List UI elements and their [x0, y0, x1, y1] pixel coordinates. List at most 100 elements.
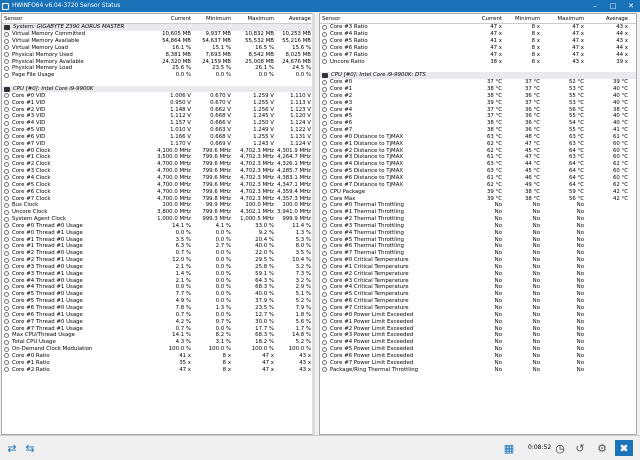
- sensor-row[interactable]: Core #5 Clock 4,700.0 MHz 799.6 MHz 4,702.3…: [2, 181, 314, 188]
- arrows-right-left-icon[interactable]: ⇆: [22, 440, 38, 456]
- sensor-row[interactable]: Core #0 Power Limit Exceeded No No No: [320, 311, 636, 318]
- sensor-row[interactable]: Core #6 Thermal Throttling No No No: [320, 243, 636, 250]
- sensor-row[interactable]: Core #7 Distance to TjMAX 62 °C 49 °C 64 °C…: [320, 181, 636, 188]
- col-average[interactable]: Average: [584, 16, 636, 22]
- sensor-row[interactable]: Core #3 Critical Temperature No No No: [320, 277, 636, 284]
- col-minimum[interactable]: Minimum: [191, 16, 231, 22]
- sensor-row[interactable]: Core #4 37 °C 36 °C 56 °C 38 °C: [320, 106, 636, 113]
- sensor-row[interactable]: Max CPU/Thread Usage 14.1 % 8.2 % 68.3 % 14.…: [2, 332, 314, 339]
- maximize-button[interactable]: □: [604, 0, 622, 12]
- sensor-row[interactable]: Core #2 VID 1.148 V 0.662 V 1.256 V 1.123 V: [2, 106, 314, 113]
- sensor-row[interactable]: Core #6 Ratio 47 x 8 x 47 x 44 x: [320, 45, 636, 52]
- sensor-group-header[interactable]: CPU [#0]: Intel Core i9-9900K: DTS: [320, 71, 636, 79]
- sensor-row[interactable]: Core #5 Power Limit Exceeded No No No: [320, 346, 636, 353]
- sensor-row[interactable]: Core #2 38 °C 36 °C 55 °C 40 °C: [320, 92, 636, 99]
- sensor-row[interactable]: Core #1 Critical Temperature No No No: [320, 264, 636, 271]
- sensor-row[interactable]: Core #3 Power Limit Exceeded No No No: [320, 332, 636, 339]
- sensor-row[interactable]: Core #1 Ratio 35 x 8 x 47 x 43 x: [2, 359, 314, 366]
- sensor-row[interactable]: Core #1 Distance to TjMAX 62 °C 47 °C 63 °C…: [320, 140, 636, 147]
- sensor-row[interactable]: Core Max 39 °C 38 °C 56 °C 42 °C: [320, 195, 636, 202]
- network-icon[interactable]: ▦: [500, 440, 518, 456]
- sensor-row[interactable]: Core #3 Ratio 47 x 8 x 47 x 43 x: [320, 24, 636, 31]
- sensor-row[interactable]: Core #2 Clock 4,700.0 MHz 799.6 MHz 4,702.3…: [2, 161, 314, 168]
- sensor-row[interactable]: Uncore Clock 3,800.0 MHz 799.6 MHz 4,302.1 …: [2, 209, 314, 216]
- sensor-row[interactable]: Core #6 Clock 4,700.0 MHz 799.6 MHz 4,702.3…: [2, 188, 314, 195]
- sensor-row[interactable]: CPU Package 39 °C 38 °C 59 °C 42 °C: [320, 188, 636, 195]
- sensor-row[interactable]: Core #7 Thermal Throttling No No No: [320, 250, 636, 257]
- sensor-row[interactable]: Core #1 Thread #0 Usage 3.5 % 0.0 % 20.4 % 5…: [2, 236, 314, 243]
- sensor-row[interactable]: Core #3 VID 1.112 V 0.668 V 1.245 V 1.120 V: [2, 113, 314, 120]
- settings-icon[interactable]: ⚙: [594, 440, 610, 456]
- sensor-row[interactable]: Core #2 Ratio 47 x 8 x 47 x 43 x: [2, 366, 314, 373]
- sensor-row[interactable]: Core #6 Thread #1 Usage 0.7 % 0.0 % 12.7 % 1…: [2, 311, 314, 318]
- sensor-row[interactable]: Page File Usage 0.0 % 0.0 % 0.0 % 0.0 %: [2, 72, 314, 79]
- sensor-row[interactable]: Core #6 Distance to TjMAX 61 °C 46 °C 64 °C…: [320, 175, 636, 182]
- sensor-row[interactable]: Core #7 VID 1.170 V 0.669 V 1.243 V 1.124 V: [2, 140, 314, 147]
- sensor-row[interactable]: Core #2 Thermal Throttling No No No: [320, 216, 636, 223]
- sensor-row[interactable]: Core #1 Power Limit Exceeded No No No: [320, 318, 636, 325]
- col-average[interactable]: Average: [274, 16, 314, 22]
- sensor-row[interactable]: Core #4 VID 1.157 V 0.666 V 1.250 V 1.124 V: [2, 120, 314, 127]
- sensor-row[interactable]: Core #5 Thermal Throttling No No No: [320, 236, 636, 243]
- arrows-left-right-icon[interactable]: ⇄: [4, 440, 20, 456]
- sensor-row[interactable]: Core #7 Thread #1 Usage 0.7 % 0.0 % 17.7 % 1…: [2, 325, 314, 332]
- sensor-row[interactable]: Core #7 Clock 4,700.0 MHz 799.8 MHz 4,702.3…: [2, 195, 314, 202]
- sensor-row[interactable]: Core #4 Clock 4,700.0 MHz 799.6 MHz 4,702.3…: [2, 175, 314, 182]
- right-sensor-panel[interactable]: Sensor Current Minimum Maximum Average C…: [319, 13, 637, 435]
- left-scrollbar[interactable]: [312, 13, 315, 435]
- sensor-group-header[interactable]: CPU [#0]: Intel Core i9-9900K: [2, 85, 314, 93]
- sensor-row[interactable]: Core #6 Critical Temperature No No No: [320, 298, 636, 305]
- sensor-row[interactable]: Core #7 Power Limit Exceeded No No No: [320, 359, 636, 366]
- sensor-row[interactable]: Core #1 VID 0.950 V 0.670 V 1.255 V 1.113 V: [2, 99, 314, 106]
- sensor-row[interactable]: Core #2 Distance to TjMAX 62 °C 45 °C 64 °C…: [320, 147, 636, 154]
- sensor-row[interactable]: Core #0 VID 1.006 V 0.670 V 1.259 V 1.110 V: [2, 92, 314, 99]
- sensor-row[interactable]: Core #5 VID 1.010 V 0.663 V 1.249 V 1.122 V: [2, 127, 314, 134]
- sensor-row[interactable]: Core #5 Distance to TjMAX 63 °C 45 °C 64 °C…: [320, 168, 636, 175]
- sensor-row[interactable]: Core #2 Thread #1 Usage 12.0 % 0.0 % 29.5 %…: [2, 257, 314, 264]
- sensor-row[interactable]: Bus Clock 100.0 MHz 99.9 MHz 100.0 MHz 100.0…: [2, 202, 314, 209]
- sensor-row[interactable]: Core #0 Clock 4,100.0 MHz 799.6 MHz 4,702.3…: [2, 147, 314, 154]
- sensor-row[interactable]: Core #3 39 °C 37 °C 53 °C 40 °C: [320, 99, 636, 106]
- sensor-row[interactable]: Core #2 Power Limit Exceeded No No No: [320, 325, 636, 332]
- sensor-row[interactable]: Core #5 Critical Temperature No No No: [320, 291, 636, 298]
- sensor-row[interactable]: Core #5 Thread #1 Usage 4.9 % 0.0 % 37.9 % 5…: [2, 298, 314, 305]
- minimize-button[interactable]: –: [586, 0, 604, 12]
- sensor-row[interactable]: Core #5 37 °C 36 °C 55 °C 40 °C: [320, 113, 636, 120]
- sensor-row[interactable]: Core #4 Ratio 47 x 8 x 47 x 44 x: [320, 31, 636, 38]
- sensor-row[interactable]: Core #0 Thermal Throttling No No No: [320, 202, 636, 209]
- col-maximum[interactable]: Maximum: [231, 16, 274, 22]
- sensor-row[interactable]: Core #2 Critical Temperature No No No: [320, 270, 636, 277]
- left-sensor-panel[interactable]: Sensor Current Minimum Maximum Average S…: [1, 13, 315, 435]
- sensor-row[interactable]: Core #7 Ratio 47 x 8 x 47 x 44 x: [320, 51, 636, 58]
- sensor-row[interactable]: Core #6 38 °C 36 °C 54 °C 40 °C: [320, 120, 636, 127]
- sensor-row[interactable]: Core #3 Distance to TjMAX 61 °C 47 °C 63 °C…: [320, 154, 636, 161]
- reset-icon[interactable]: ↺: [572, 440, 588, 456]
- sensor-row[interactable]: Core #3 Thermal Throttling No No No: [320, 222, 636, 229]
- col-current[interactable]: Current: [138, 16, 191, 22]
- sensor-row[interactable]: Core #4 Power Limit Exceeded No No No: [320, 339, 636, 346]
- sensor-row[interactable]: [2, 79, 314, 86]
- col-minimum[interactable]: Minimum: [502, 16, 540, 22]
- sensor-row[interactable]: Core #6 Thread #0 Usage 7.8 % 1.3 % 23.5 % 7…: [2, 305, 314, 312]
- sensor-row[interactable]: Core #3 Clock 4,700.0 MHz 799.6 MHz 4,702.3…: [2, 168, 314, 175]
- sensor-row[interactable]: Physical Memory Load 25.6 % 23.5 % 26.1 % 24…: [2, 65, 314, 72]
- sensor-row[interactable]: On-Demand Clock Modulation 100.0 % 100.0 %…: [2, 346, 314, 353]
- sensor-row[interactable]: Core #4 Thread #1 Usage 0.0 % 0.0 % 68.3 % 2…: [2, 284, 314, 291]
- sensor-row[interactable]: Core #0 Thread #1 Usage 0.0 % 0.0 % 9.2 % 1.…: [2, 229, 314, 236]
- col-sensor[interactable]: Sensor: [320, 16, 462, 22]
- sensor-row[interactable]: Core #5 Ratio 41 x 8 x 47 x 43 x: [320, 38, 636, 45]
- sensor-row[interactable]: Core #4 Thermal Throttling No No No: [320, 229, 636, 236]
- sensor-row[interactable]: Uncore Ratio 38 x 8 x 43 x 39 x: [320, 58, 636, 65]
- sensor-row[interactable]: Core #1 Thermal Throttling No No No: [320, 209, 636, 216]
- sensor-row[interactable]: [320, 65, 636, 72]
- sensor-group-header[interactable]: System: GIGABYTE Z390 AORUS MASTER: [2, 24, 314, 31]
- col-sensor[interactable]: Sensor: [2, 16, 138, 22]
- sensor-row[interactable]: Core #0 37 °C 37 °C 52 °C 39 °C: [320, 79, 636, 86]
- sensor-row[interactable]: Core #7 Critical Temperature No No No: [320, 305, 636, 312]
- sensor-row[interactable]: Core #6 VID 1.166 V 0.668 V 1.255 V 1.131 V: [2, 134, 314, 141]
- clock-icon[interactable]: ◷: [552, 440, 568, 456]
- sensor-row[interactable]: Core #4 Thread #0 Usage 2.1 % 0.0 % 64.3 % 3…: [2, 277, 314, 284]
- sensor-row[interactable]: Core #4 Distance to TjMAX 63 °C 44 °C 64 °C…: [320, 161, 636, 168]
- sensor-row[interactable]: Core #2 Thread #0 Usage 0.7 % 0.0 % 22.0 % 3…: [2, 250, 314, 257]
- sensor-row[interactable]: Core #0 Thread #0 Usage 14.1 % 4.1 % 33.0 %…: [2, 222, 314, 229]
